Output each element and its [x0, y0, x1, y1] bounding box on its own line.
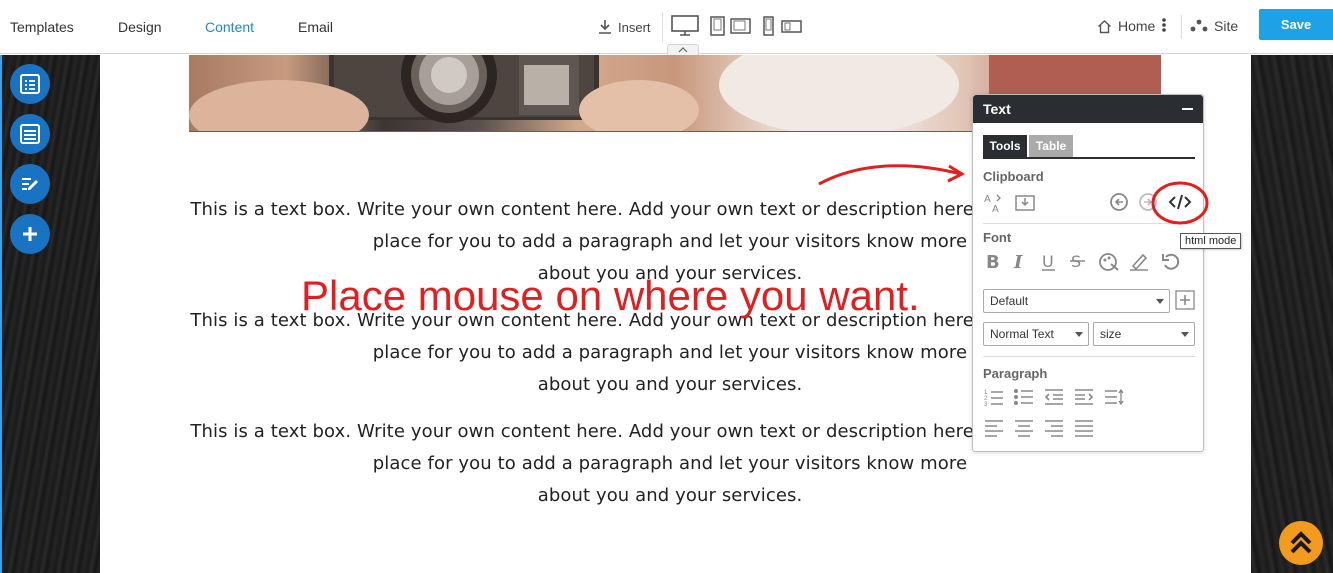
- font-family-value: Default: [990, 294, 1029, 308]
- edit-text-icon: [22, 178, 38, 190]
- palette-icon[interactable]: [1098, 251, 1120, 273]
- site-button[interactable]: Site: [1190, 18, 1238, 34]
- scroll-to-top-button[interactable]: [1279, 521, 1323, 565]
- highlight-icon[interactable]: [1128, 251, 1150, 273]
- insert-label: Insert: [618, 19, 651, 35]
- line-height-icon[interactable]: [1103, 387, 1125, 407]
- background-right-texture: [1251, 55, 1333, 573]
- sitemap-icon: [1190, 19, 1208, 32]
- font-family-select[interactable]: Default: [983, 289, 1170, 313]
- form-list-icon: [20, 74, 40, 94]
- svg-text:I: I: [1013, 252, 1023, 273]
- strikethrough-icon[interactable]: S: [1068, 251, 1088, 273]
- outdent-icon[interactable]: [1043, 387, 1065, 407]
- bullet-list-icon[interactable]: [1013, 387, 1035, 407]
- add-font-icon[interactable]: [1175, 290, 1195, 310]
- chevron-down-icon: [1075, 332, 1083, 337]
- font-size-swap-icon[interactable]: AA: [983, 192, 1005, 214]
- panel-tabs: Tools Table: [983, 135, 1195, 159]
- chevron-down-icon: [1181, 332, 1189, 337]
- double-chevron-up-icon: [1290, 531, 1312, 554]
- tab-tools[interactable]: Tools: [983, 135, 1027, 157]
- toolbar-divider: [662, 12, 663, 42]
- svg-text:A: A: [984, 194, 991, 205]
- chevron-down-icon: [1156, 299, 1164, 304]
- annotation-circle: [1151, 181, 1209, 225]
- instruction-annotation: Place mouse on where you want.: [301, 272, 920, 319]
- home-label: Home: [1118, 18, 1156, 34]
- site-label: Site: [1214, 18, 1239, 34]
- align-justify-icon[interactable]: [1073, 417, 1095, 437]
- font-size-select[interactable]: size: [1093, 322, 1195, 346]
- home-button[interactable]: Home: [1097, 18, 1155, 34]
- tablet-view-icon[interactable]: [710, 15, 752, 37]
- undo-icon[interactable]: [1109, 192, 1129, 212]
- text-style-select[interactable]: Normal Text: [983, 322, 1089, 346]
- tab-design[interactable]: Design: [118, 19, 162, 35]
- svg-text:3: 3: [984, 402, 988, 407]
- annotation-arrow: [818, 164, 966, 186]
- ordered-list-icon[interactable]: 123: [983, 387, 1005, 407]
- text-style-value: Normal Text: [990, 327, 1054, 341]
- tab-email[interactable]: Email: [298, 19, 333, 35]
- toolbar-divider-right: [1181, 15, 1182, 39]
- underline-icon[interactable]: U: [1039, 251, 1059, 273]
- clear-format-icon[interactable]: [1160, 251, 1182, 273]
- tab-content[interactable]: Content: [205, 19, 254, 35]
- download-icon: [599, 20, 611, 34]
- paragraph-section-label: Paragraph: [983, 366, 1048, 381]
- paste-icon[interactable]: [1014, 192, 1036, 212]
- text-tools-panel: Text Tools Table Clipboard AA Font B I U…: [972, 94, 1204, 452]
- top-toolbar: Templates Design Content Email Insert Ho…: [0, 0, 1333, 55]
- svg-text:U: U: [1042, 252, 1054, 271]
- home-icon: [1098, 19, 1111, 33]
- sections-button[interactable]: [10, 114, 50, 154]
- indent-icon[interactable]: [1073, 387, 1095, 407]
- insert-button[interactable]: Insert: [597, 16, 651, 38]
- svg-text:B: B: [986, 252, 1000, 273]
- save-button[interactable]: Save: [1259, 9, 1333, 40]
- svg-text:A: A: [992, 204, 999, 214]
- chevron-up-icon: [678, 47, 688, 53]
- align-right-icon[interactable]: [1043, 417, 1065, 437]
- clipboard-section-label: Clipboard: [983, 169, 1044, 184]
- paragraph-line: about you and your services.: [537, 485, 803, 506]
- add-element-button[interactable]: [10, 214, 50, 254]
- plus-icon: [23, 227, 37, 241]
- pages-button[interactable]: [10, 64, 50, 104]
- tab-table[interactable]: Table: [1029, 135, 1073, 157]
- minimize-icon[interactable]: [1182, 108, 1193, 110]
- align-center-icon[interactable]: [1013, 417, 1035, 437]
- panel-header: Text: [973, 95, 1203, 123]
- panel-title: Text: [983, 101, 1011, 117]
- tab-templates[interactable]: Templates: [10, 19, 74, 35]
- collapse-toolbar-tab[interactable]: [667, 44, 699, 55]
- italic-icon[interactable]: I: [1009, 251, 1029, 273]
- font-section-label: Font: [983, 230, 1012, 245]
- align-left-icon[interactable]: [983, 417, 1005, 437]
- font-size-value: size: [1100, 327, 1122, 341]
- layout-icon: [20, 124, 40, 144]
- desktop-view-icon[interactable]: [671, 15, 699, 37]
- paragraph-line: place for you to add a paragraph and let…: [372, 453, 968, 474]
- html-mode-tooltip: html mode: [1180, 233, 1242, 249]
- edit-content-button[interactable]: [10, 164, 50, 204]
- section-divider: [983, 356, 1195, 357]
- more-options-icon[interactable]: [1161, 17, 1167, 33]
- bold-icon[interactable]: B: [983, 251, 1003, 273]
- mobile-view-icon[interactable]: [763, 15, 803, 37]
